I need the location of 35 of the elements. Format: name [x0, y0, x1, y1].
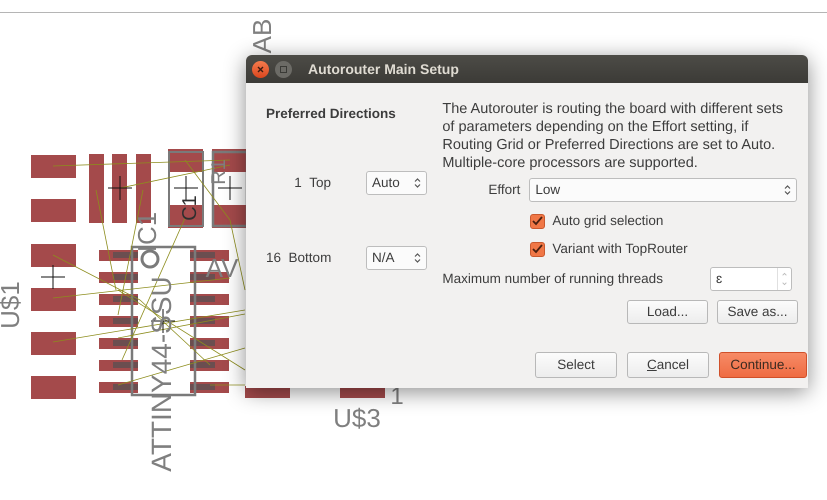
- board-label: U$1: [0, 281, 23, 329]
- close-icon: [257, 66, 264, 72]
- description-text: The Autorouter is routing the board with different sets of parameters depending on the Effort setting, if Routing Grid or Preferred Directions are set to Auto. Multiple-core processors are supported.: [442, 100, 784, 172]
- layer-label: 1 Top: [293, 174, 331, 192]
- checkbox[interactable]: [530, 214, 546, 228]
- layer-direction-select[interactable]: Auto: [366, 171, 427, 195]
- board-label: U$3: [333, 405, 381, 431]
- board-label: IC1: [134, 212, 160, 252]
- board-label: ATTINY44-SSU: [148, 276, 176, 472]
- maximize-icon: [280, 66, 287, 72]
- dialog-button[interactable]: Cancel: [627, 352, 709, 378]
- dialog-button[interactable]: Select: [535, 352, 617, 378]
- board-label: C1: [180, 195, 200, 221]
- threads-spinbox[interactable]: ɛ: [710, 267, 792, 291]
- board-label: 1: [390, 385, 404, 409]
- spinner-arrows-icon: [414, 252, 421, 264]
- layer-direction-select[interactable]: N/A: [366, 246, 427, 270]
- close-button[interactable]: [252, 60, 269, 78]
- checkbox-label: Variant with TopRouter: [552, 240, 688, 258]
- checkbox[interactable]: [530, 242, 546, 256]
- spinner-arrows-icon: [784, 184, 792, 196]
- threads-label: Maximum number of running threads: [442, 270, 663, 288]
- board-label: AB: [249, 18, 275, 54]
- section-heading: Preferred Directions: [266, 105, 397, 123]
- checkmark-icon: [532, 216, 544, 226]
- file-button[interactable]: Save as...: [717, 300, 798, 324]
- dialog-button[interactable]: Continue...: [719, 352, 807, 378]
- file-button[interactable]: Load...: [627, 300, 708, 324]
- layer-label: 16 Bottom: [266, 248, 331, 267]
- effort-select[interactable]: Low: [529, 178, 798, 202]
- checkmark-icon: [532, 244, 544, 254]
- checkbox-label: Auto grid selection: [552, 212, 664, 230]
- spinner-arrows-icon: [414, 177, 421, 189]
- window-title: Autorouter Main Setup: [308, 60, 459, 79]
- effort-label: Effort: [487, 180, 520, 199]
